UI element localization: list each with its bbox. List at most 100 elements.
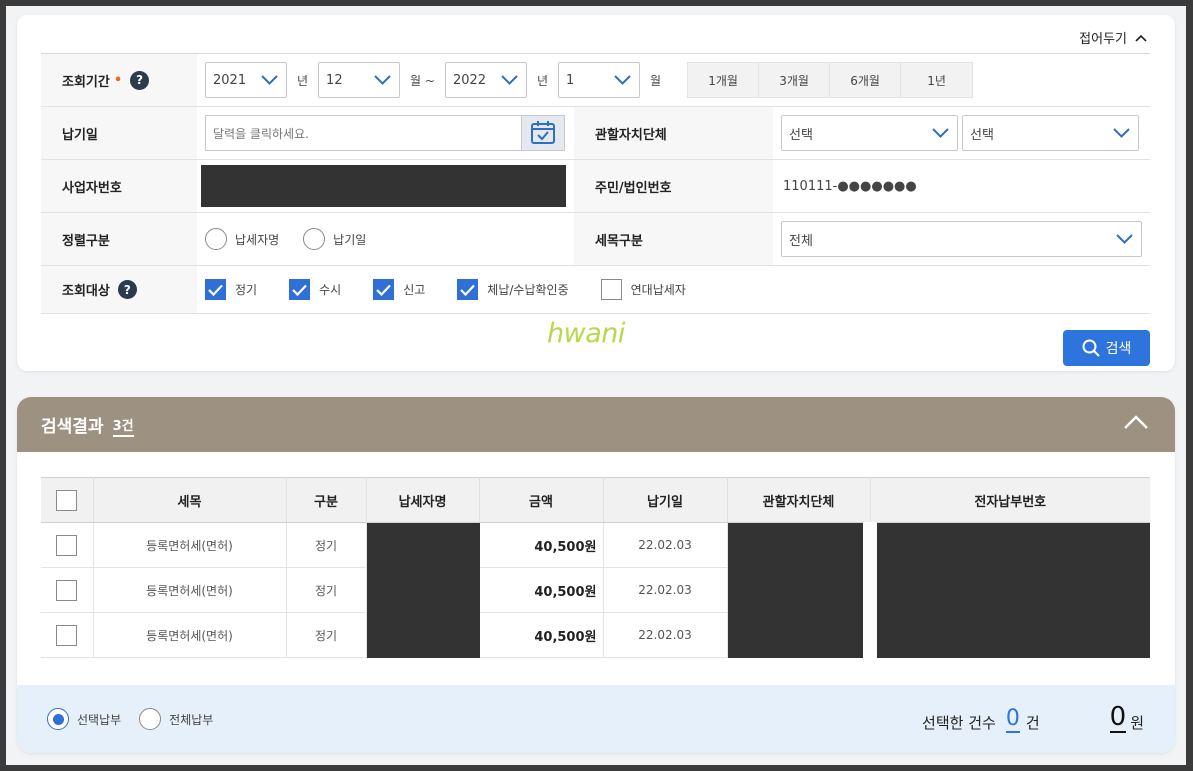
sort-label: 정렬구분 — [62, 233, 110, 249]
checkbox-checked-icon — [289, 279, 311, 300]
payment-no-redacted — [863, 522, 1150, 568]
type-cell: 정기 — [286, 612, 367, 658]
sort-option-date[interactable]: 납기일 — [303, 228, 366, 250]
target-occasional-label: 수시 — [319, 283, 342, 297]
pay-date-label: 납기일 — [62, 127, 98, 143]
tax-cell: 등록면허세(면허) — [93, 612, 287, 658]
radio-selected-icon — [47, 708, 69, 730]
biz-no-row: 사업자번호 주민/법인번호 110111-●●●●●●● — [41, 160, 1150, 213]
target-report-label: 신고 — [403, 283, 426, 297]
page-frame: 접어두기 조회기간 • ? 2021 년 12 월 ~ 2022 년 1 월 1… — [6, 6, 1186, 765]
biz-no-redacted — [201, 165, 566, 207]
date-cell: 22.02.03 — [603, 567, 728, 613]
search-form: 조회기간 • ? 2021 년 12 월 ~ 2022 년 1 월 1개월 3개… — [41, 53, 1150, 314]
from-year-value: 2021 — [213, 72, 247, 88]
tax-item-label-cell: 세목구분 — [574, 213, 773, 265]
search-button[interactable]: 검색 — [1063, 330, 1150, 366]
taxpayer-redacted — [366, 522, 480, 568]
selected-count: 0 — [1005, 706, 1020, 733]
total-unit: 원 — [1130, 714, 1144, 732]
target-regular-label: 정기 — [235, 283, 258, 297]
sort-options: 납세자명 납기일 — [197, 213, 574, 265]
tax-item-select[interactable]: 전체 — [781, 221, 1142, 257]
help-icon[interactable]: ? — [117, 280, 137, 299]
target-occasional[interactable]: 수시 — [289, 279, 341, 300]
from-year-select[interactable]: 2021 — [205, 62, 287, 98]
row-checkbox[interactable] — [56, 624, 78, 646]
row-checkbox[interactable] — [56, 579, 78, 601]
target-arrears[interactable]: 체납/수납확인중 — [457, 279, 569, 300]
help-icon[interactable]: ? — [130, 70, 150, 90]
table-row: 등록면허세(면허) 정기 40,500원 22.02.03 — [41, 522, 1150, 568]
collapse-chevron-icon[interactable] — [1123, 415, 1149, 430]
column-header: 납기일 — [603, 477, 728, 523]
count-unit: 건 — [1025, 714, 1040, 732]
resident-no-cell: 110111-●●●●●●● — [773, 160, 917, 212]
results-panel: 검색결과 3건 세목 구분 납세자명 금액 납기일 관할자치단체 전자납부번호 — [17, 397, 1175, 753]
fold-button[interactable]: 접어두기 — [1079, 28, 1147, 47]
calendar-button[interactable] — [521, 116, 564, 150]
sort-row: 정렬구분 납세자명 납기일 세목구분 전체 — [41, 213, 1150, 266]
select-all-checkbox[interactable] — [56, 489, 78, 511]
target-joint-label: 연대납세자 — [630, 283, 686, 297]
local-gov-label-cell: 관할자치단체 — [574, 107, 773, 159]
amount-cell: 40,500원 — [479, 522, 604, 568]
type-cell: 정기 — [286, 522, 367, 568]
row-checkbox[interactable] — [56, 534, 78, 556]
sort-option-name[interactable]: 납세자명 — [205, 228, 279, 250]
search-panel: 접어두기 조회기간 • ? 2021 년 12 월 ~ 2022 년 1 월 1… — [17, 15, 1175, 371]
column-header: 전자납부번호 — [870, 477, 1150, 523]
target-regular[interactable]: 정기 — [205, 279, 257, 300]
local-gov-redacted — [727, 567, 871, 613]
pay-selected-label: 선택납부 — [77, 712, 122, 727]
quick-period-group: 1개월 3개월 6개월 1년 — [687, 62, 974, 98]
tax-cell: 등록면허세(면허) — [93, 567, 287, 613]
biz-no-cell — [197, 160, 574, 212]
results-count: 3건 — [112, 415, 134, 437]
quick-period-6m[interactable]: 6개월 — [830, 63, 902, 97]
pay-date-input[interactable]: 달력을 클릭하세요. — [205, 115, 565, 151]
local-gov-select-1[interactable]: 선택 — [781, 115, 958, 151]
pay-all-option[interactable]: 전체납부 — [139, 708, 213, 730]
checkbox-unchecked-icon — [600, 279, 622, 300]
selection-summary: 선택한 건수 0 건 0 원 — [922, 703, 1144, 733]
radio-circle — [205, 228, 227, 250]
target-row: 조회대상 ? 정기 수시 신고 체납/수납확인중 연대납세자 — [41, 266, 1150, 314]
quick-period-3m[interactable]: 3개월 — [759, 63, 831, 97]
date-cell: 22.02.03 — [603, 522, 728, 568]
pay-selected-option[interactable]: 선택납부 — [47, 708, 121, 730]
sort-label-cell: 정렬구분 — [41, 213, 197, 265]
from-month-select[interactable]: 12 — [318, 62, 401, 98]
to-month-select[interactable]: 1 — [558, 62, 641, 98]
results-table: 세목 구분 납세자명 금액 납기일 관할자치단체 전자납부번호 등록면허세(면허… — [41, 477, 1150, 658]
taxpayer-redacted — [366, 612, 480, 658]
local-gov-select-2-value: 선택 — [970, 127, 994, 143]
checkbox-checked-icon — [457, 279, 479, 300]
to-year-select[interactable]: 2022 — [444, 62, 527, 98]
pay-date-placeholder: 달력을 클릭하세요. — [213, 126, 309, 141]
month-separator: 월 ~ — [410, 73, 435, 88]
target-report[interactable]: 신고 — [373, 279, 425, 300]
select-all-cell — [41, 477, 94, 523]
required-mark: • — [113, 72, 123, 88]
quick-period-1m[interactable]: 1개월 — [688, 63, 760, 97]
payment-no-redacted — [863, 612, 1150, 658]
local-gov-select-2[interactable]: 선택 — [962, 115, 1139, 151]
table-row: 등록면허세(면허) 정기 40,500원 22.02.03 — [41, 567, 1150, 613]
chevron-down-icon — [501, 75, 518, 85]
quick-period-1y[interactable]: 1년 — [901, 63, 972, 97]
pay-date-cell: 달력을 클릭하세요. — [197, 107, 574, 159]
to-year-value: 2022 — [452, 72, 487, 88]
target-joint[interactable]: 연대납세자 — [600, 279, 686, 300]
resident-no-value: 110111-●●●●●●● — [783, 178, 917, 194]
type-cell: 정기 — [286, 567, 367, 613]
chevron-down-icon — [374, 75, 391, 85]
target-label: 조회대상 — [62, 284, 110, 299]
chevron-down-icon — [261, 75, 278, 85]
taxpayer-redacted — [366, 567, 480, 613]
radio-circle — [139, 708, 162, 730]
local-gov-redacted — [727, 612, 871, 658]
date-cell: 22.02.03 — [603, 612, 728, 658]
results-footer: 선택납부 전체납부 선택한 건수 0 건 0 원 — [17, 685, 1175, 753]
calendar-icon — [531, 121, 555, 144]
